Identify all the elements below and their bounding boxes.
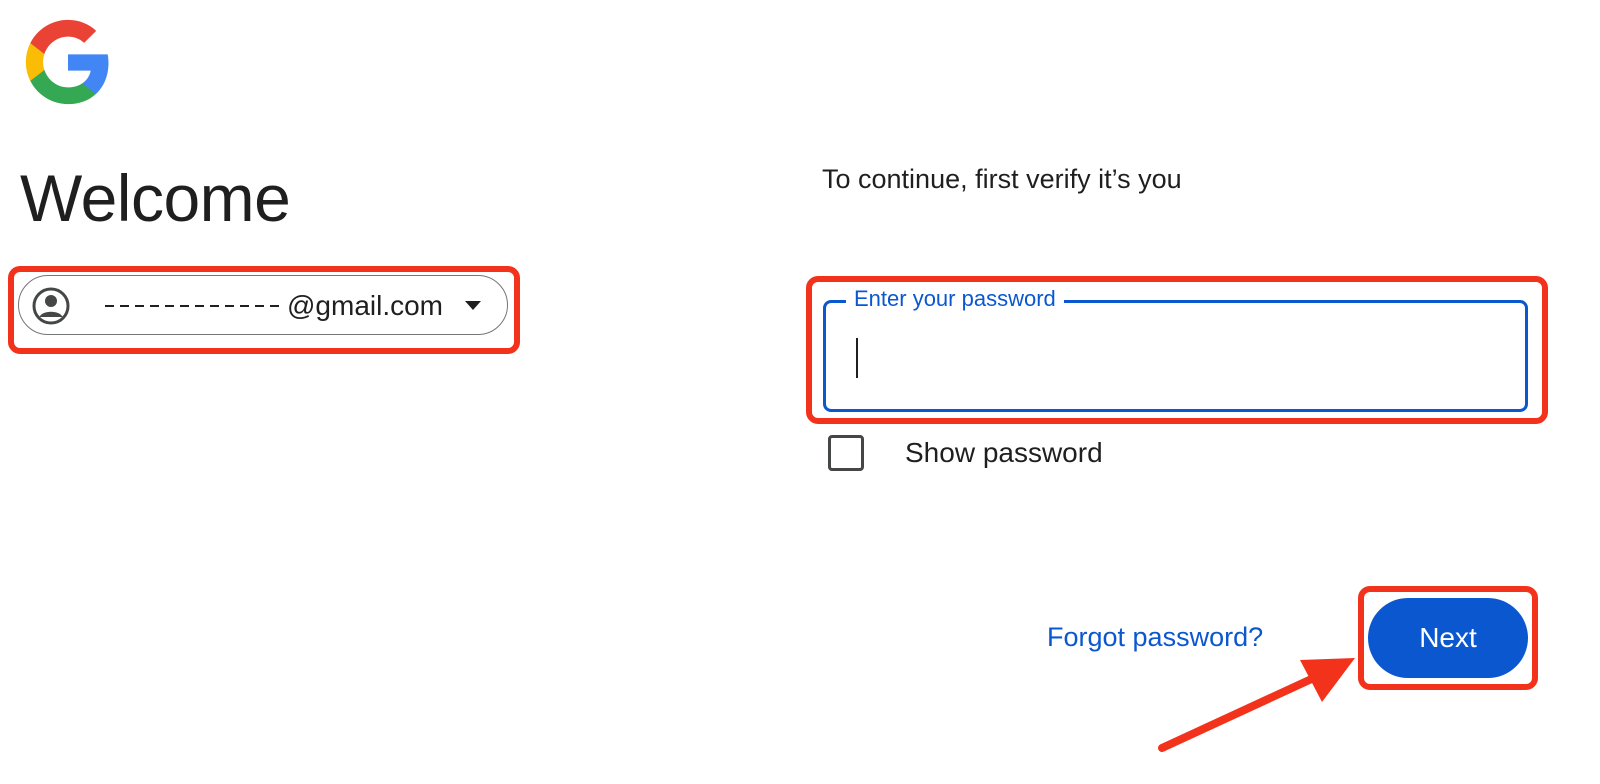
next-button[interactable]: Next [1368,598,1528,678]
password-field-label: Enter your password [846,286,1064,312]
account-circle-icon [32,287,70,325]
show-password-checkbox[interactable] [828,435,864,471]
red-arrow-icon [1158,658,1355,752]
account-selector[interactable]: @gmail.com [18,275,508,335]
show-password-label[interactable]: Show password [905,437,1103,469]
google-logo-icon [25,19,109,105]
forgot-password-link[interactable]: Forgot password? [1047,622,1263,653]
page-title: Welcome [20,161,291,235]
sign-in-page: Welcome @gmail.com To continue, first ve… [0,0,1600,784]
redacted-email-prefix [105,305,285,307]
password-input[interactable] [854,333,1498,381]
text-caret [856,338,858,378]
password-field[interactable]: Enter your password [823,286,1528,412]
account-email: @gmail.com [287,290,444,321]
verify-instruction: To continue, first verify it’s you [822,164,1182,194]
chevron-down-icon [465,301,481,310]
